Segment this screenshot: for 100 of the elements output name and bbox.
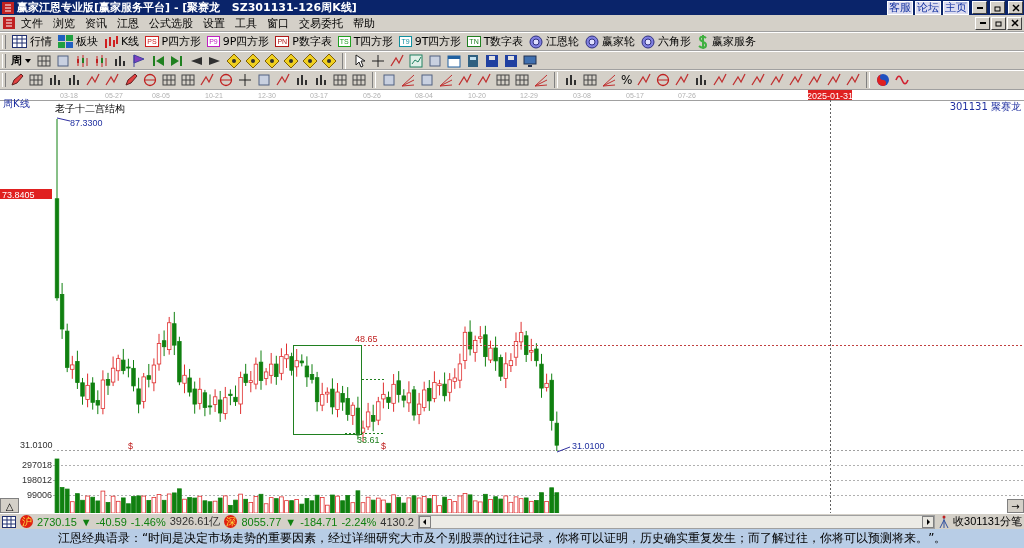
close-button[interactable] — [1007, 16, 1022, 30]
menu-item[interactable]: 公式选股 — [144, 15, 198, 31]
line-tool-icon[interactable] — [750, 72, 767, 88]
menu-item[interactable]: 窗口 — [262, 15, 294, 31]
grid-icon[interactable] — [332, 72, 348, 88]
pencil-icon[interactable] — [9, 72, 25, 88]
line-tool-icon[interactable] — [788, 72, 805, 88]
diamond-icon[interactable] — [302, 52, 318, 69]
line-tool-icon[interactable] — [389, 52, 405, 69]
menu-item[interactable]: 工具 — [230, 15, 262, 31]
restore-button[interactable] — [991, 16, 1006, 30]
line-tool-icon[interactable] — [104, 72, 120, 88]
menu-item[interactable]: 江恩 — [112, 15, 144, 31]
percent-button[interactable]: % — [620, 72, 634, 88]
horizontal-scrollbar[interactable] — [417, 514, 936, 529]
menu-item[interactable]: 设置 — [198, 15, 230, 31]
menu-item[interactable]: 资讯 — [80, 15, 112, 31]
diamond-icon[interactable] — [264, 52, 280, 69]
line-tool-icon[interactable] — [275, 72, 291, 88]
price-tag: 73.8405 — [0, 189, 52, 200]
diamond-icon[interactable] — [245, 52, 261, 69]
line-tool-icon[interactable] — [731, 72, 748, 88]
chart-icon[interactable] — [408, 52, 424, 69]
bar-icon[interactable] — [313, 72, 329, 88]
circle-icon[interactable] — [218, 72, 234, 88]
toolbar-button[interactable]: 赢家轮 — [585, 33, 636, 50]
pencil-icon[interactable] — [123, 72, 139, 88]
toolbar-button[interactable]: 板块 — [58, 33, 98, 50]
grid-icon[interactable] — [582, 72, 598, 88]
circle-icon[interactable] — [655, 72, 672, 88]
candlestick-icon[interactable] — [93, 52, 109, 69]
menu-item[interactable]: 文件 — [16, 15, 48, 31]
menu-item[interactable]: 帮助 — [348, 15, 380, 31]
index-amount: 4130.2 — [380, 515, 414, 528]
title-link[interactable]: 论坛 — [915, 0, 941, 15]
line-tool-icon[interactable] — [845, 72, 862, 88]
calendar-icon[interactable] — [446, 52, 462, 69]
fan-lines-icon[interactable] — [601, 72, 617, 88]
toolbar-button[interactable]: K线 — [104, 33, 140, 50]
period-dropdown[interactable]: 周 — [9, 52, 33, 69]
antenna-icon — [939, 515, 950, 528]
zoom-button[interactable]: △ — [0, 498, 19, 513]
menu-item[interactable]: 交易委托 — [294, 15, 348, 31]
line-tool-icon[interactable] — [769, 72, 786, 88]
diamond-icon[interactable] — [226, 52, 242, 69]
line-tool-icon[interactable] — [712, 72, 729, 88]
index-value: 2730.15 — [37, 515, 77, 528]
calendar-icon[interactable] — [2, 515, 16, 528]
fan-lines-icon[interactable] — [438, 72, 454, 88]
minimize-button[interactable] — [975, 16, 990, 30]
line-tool-icon[interactable] — [457, 72, 473, 88]
flag-icon[interactable] — [131, 52, 147, 69]
resistance-price-label: 48.65 — [355, 334, 378, 344]
chart-title: 老子十二宫结构 — [55, 103, 125, 114]
axis-price-label: 31.0100 — [20, 440, 53, 450]
grid-icon[interactable] — [36, 52, 52, 69]
monitor-icon[interactable] — [522, 52, 538, 69]
toolbar-button[interactable]: 赢家服务 — [697, 33, 757, 50]
title-link[interactable]: 主页 — [943, 0, 969, 15]
square-icon[interactable] — [381, 72, 397, 88]
volume-axis-label: 99006 — [26, 490, 52, 500]
bar-icon[interactable] — [47, 72, 63, 88]
line-tool-icon[interactable] — [636, 72, 653, 88]
diamond-icon[interactable] — [321, 52, 337, 69]
circle-icon[interactable] — [142, 72, 158, 88]
yin-yang-icon[interactable] — [875, 72, 892, 88]
scroll-left-icon[interactable] — [418, 515, 431, 528]
candlestick-icon[interactable] — [74, 52, 90, 69]
app-logo-icon — [1, 0, 15, 15]
crosshair-icon[interactable] — [237, 72, 253, 88]
close-button[interactable] — [1008, 1, 1023, 14]
grid-icon[interactable] — [351, 72, 367, 88]
grid-icon[interactable] — [514, 72, 530, 88]
bar-icon[interactable] — [294, 72, 310, 88]
title-link[interactable]: 客服 — [887, 0, 913, 15]
grid-icon[interactable] — [28, 72, 44, 88]
toolbar-button[interactable]: 六角形 — [641, 33, 692, 50]
diamond-icon[interactable] — [283, 52, 299, 69]
bar-icon[interactable] — [563, 72, 579, 88]
grid-icon[interactable] — [495, 72, 511, 88]
scroll-button[interactable]: → — [1007, 499, 1024, 513]
line-tool-icon[interactable] — [674, 72, 691, 88]
fan-lines-icon[interactable] — [400, 72, 416, 88]
restore-button[interactable] — [990, 1, 1005, 14]
minimize-icon — [976, 6, 983, 9]
square-icon[interactable] — [419, 72, 435, 88]
line-tool-icon[interactable] — [476, 72, 492, 88]
line-tool-icon[interactable] — [826, 72, 843, 88]
line-tool-icon[interactable] — [807, 72, 824, 88]
toolbar-button[interactable]: 江恩轮 — [529, 33, 580, 50]
scroll-right-icon[interactable] — [922, 515, 935, 528]
grid-icon[interactable] — [180, 72, 196, 88]
menu-item[interactable]: 浏览 — [48, 15, 80, 31]
line-tool-icon[interactable] — [199, 72, 215, 88]
bar-icon[interactable] — [66, 72, 82, 88]
grid-icon[interactable] — [161, 72, 177, 88]
toolbar-button[interactable]: 行情 — [12, 33, 52, 50]
line-tool-icon[interactable] — [85, 72, 101, 88]
calculator-icon[interactable] — [465, 52, 481, 69]
minimize-button[interactable] — [972, 1, 987, 14]
